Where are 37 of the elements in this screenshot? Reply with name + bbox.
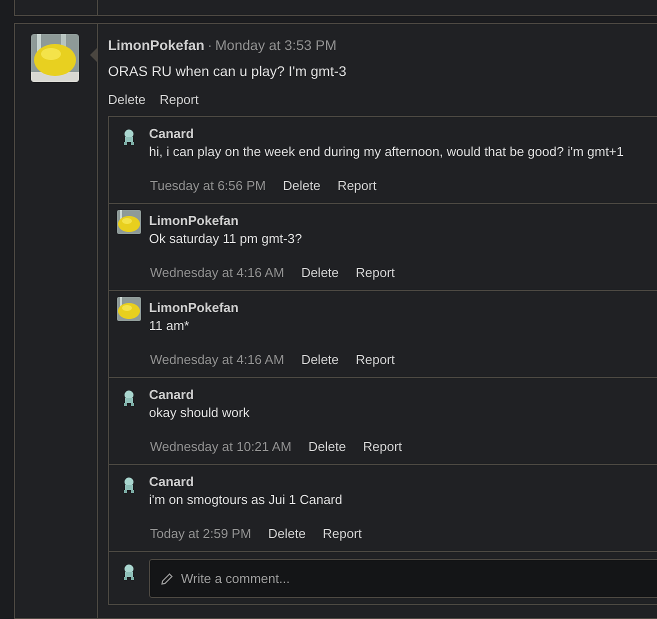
action-link[interactable]: Report (356, 352, 395, 367)
action-link[interactable]: Report (337, 178, 376, 193)
avatar-icon (123, 390, 135, 406)
post-time[interactable]: Monday at 3:53 PM (215, 37, 337, 53)
comment-time[interactable]: Wednesday at 4:16 AM (150, 352, 284, 367)
action-link[interactable]: Delete (282, 178, 320, 193)
action-link[interactable]: Delete (301, 265, 339, 280)
comment-message: hi, i can play on the week end during my afternoon, would that be good? i'm gmt+1 (149, 144, 624, 159)
pencil-icon (160, 572, 174, 586)
action-link[interactable]: Delete (268, 526, 306, 541)
comment-message: i'm on smogtours as Jui 1 Canard (149, 492, 344, 507)
action-link[interactable]: Delete (301, 352, 339, 367)
action-link[interactable]: Delete (108, 92, 146, 107)
action-link[interactable]: Report (322, 526, 362, 541)
comment-time[interactable]: Wednesday at 4:16 AM (150, 265, 284, 280)
post-message: ORAS RU when can u play? I'm gmt-3 (108, 63, 348, 79)
avatar-icon (123, 477, 135, 493)
avatar-icon (123, 564, 135, 580)
comment-message: okay should work (149, 405, 250, 420)
action-link[interactable]: Report (356, 265, 395, 280)
author-name[interactable]: Canard (149, 474, 362, 489)
author-name[interactable]: LimonPokefan (149, 213, 395, 228)
comment-time[interactable]: Today at 2:59 PM (150, 526, 252, 541)
comment-message: 11 am* (149, 318, 190, 333)
comment-message: Ok saturday 11 pm gmt-3? (149, 231, 303, 246)
author-name[interactable]: Canard (149, 387, 402, 402)
avatar-icon (123, 129, 135, 145)
action-link[interactable]: Delete (308, 439, 346, 454)
author-name[interactable]: LimonPokefan (149, 300, 395, 315)
action-link[interactable]: Report (160, 92, 199, 107)
comment-time[interactable]: Wednesday at 10:21 AM (150, 439, 292, 454)
author-name[interactable]: Canard (149, 126, 624, 141)
action-link[interactable]: Report (363, 439, 402, 454)
comment-time[interactable]: Tuesday at 6:56 PM (150, 178, 266, 193)
author-name[interactable]: LimonPokefan (108, 37, 204, 53)
separator: · (207, 37, 212, 53)
comment-field[interactable]: Write a comment... (149, 559, 657, 598)
